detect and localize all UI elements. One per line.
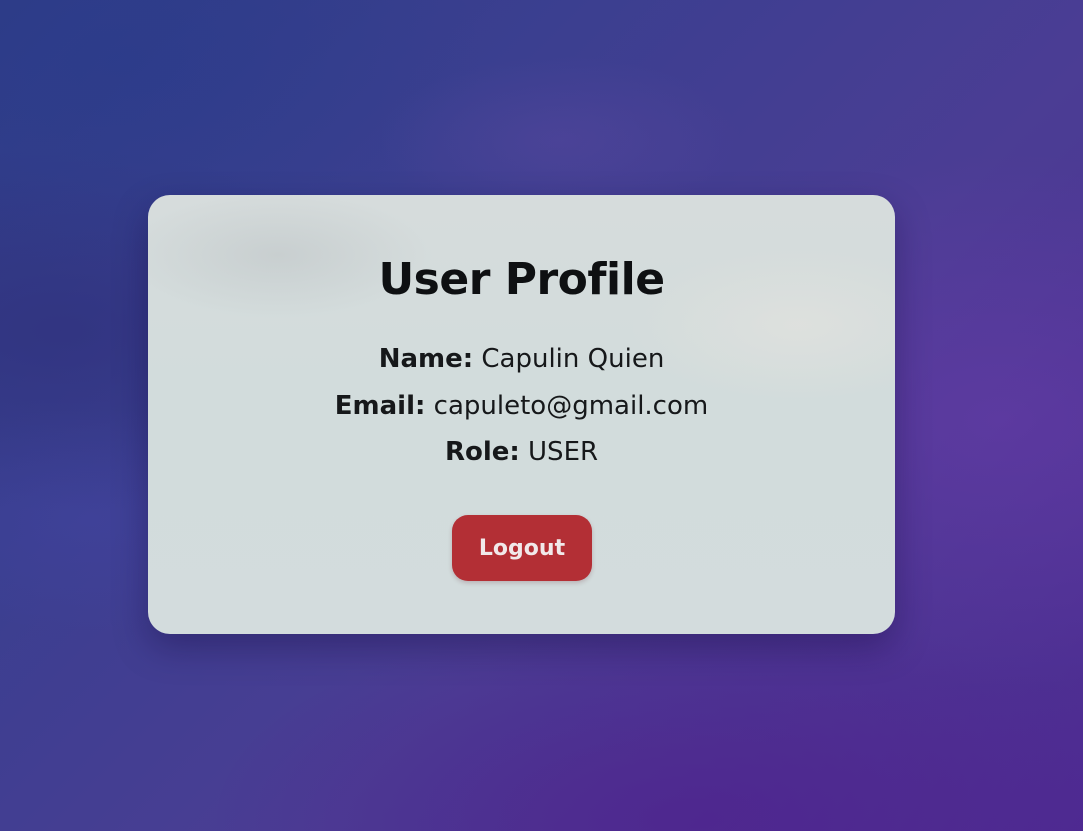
role-row: Role: USER [148,434,895,470]
role-value: USER [528,437,599,467]
profile-card: User Profile Name: Capulin Quien Email: … [148,195,895,634]
name-value: Capulin Quien [481,344,665,374]
email-row: Email: capuleto@gmail.com [148,388,895,424]
role-label: Role: [444,437,520,467]
logout-button[interactable]: Logout [452,515,592,581]
name-label: Name: [378,344,474,374]
email-value: capuleto@gmail.com [433,391,709,421]
email-label: Email: [334,391,426,421]
name-row: Name: Capulin Quien [148,341,895,377]
page-title: User Profile [378,254,665,305]
